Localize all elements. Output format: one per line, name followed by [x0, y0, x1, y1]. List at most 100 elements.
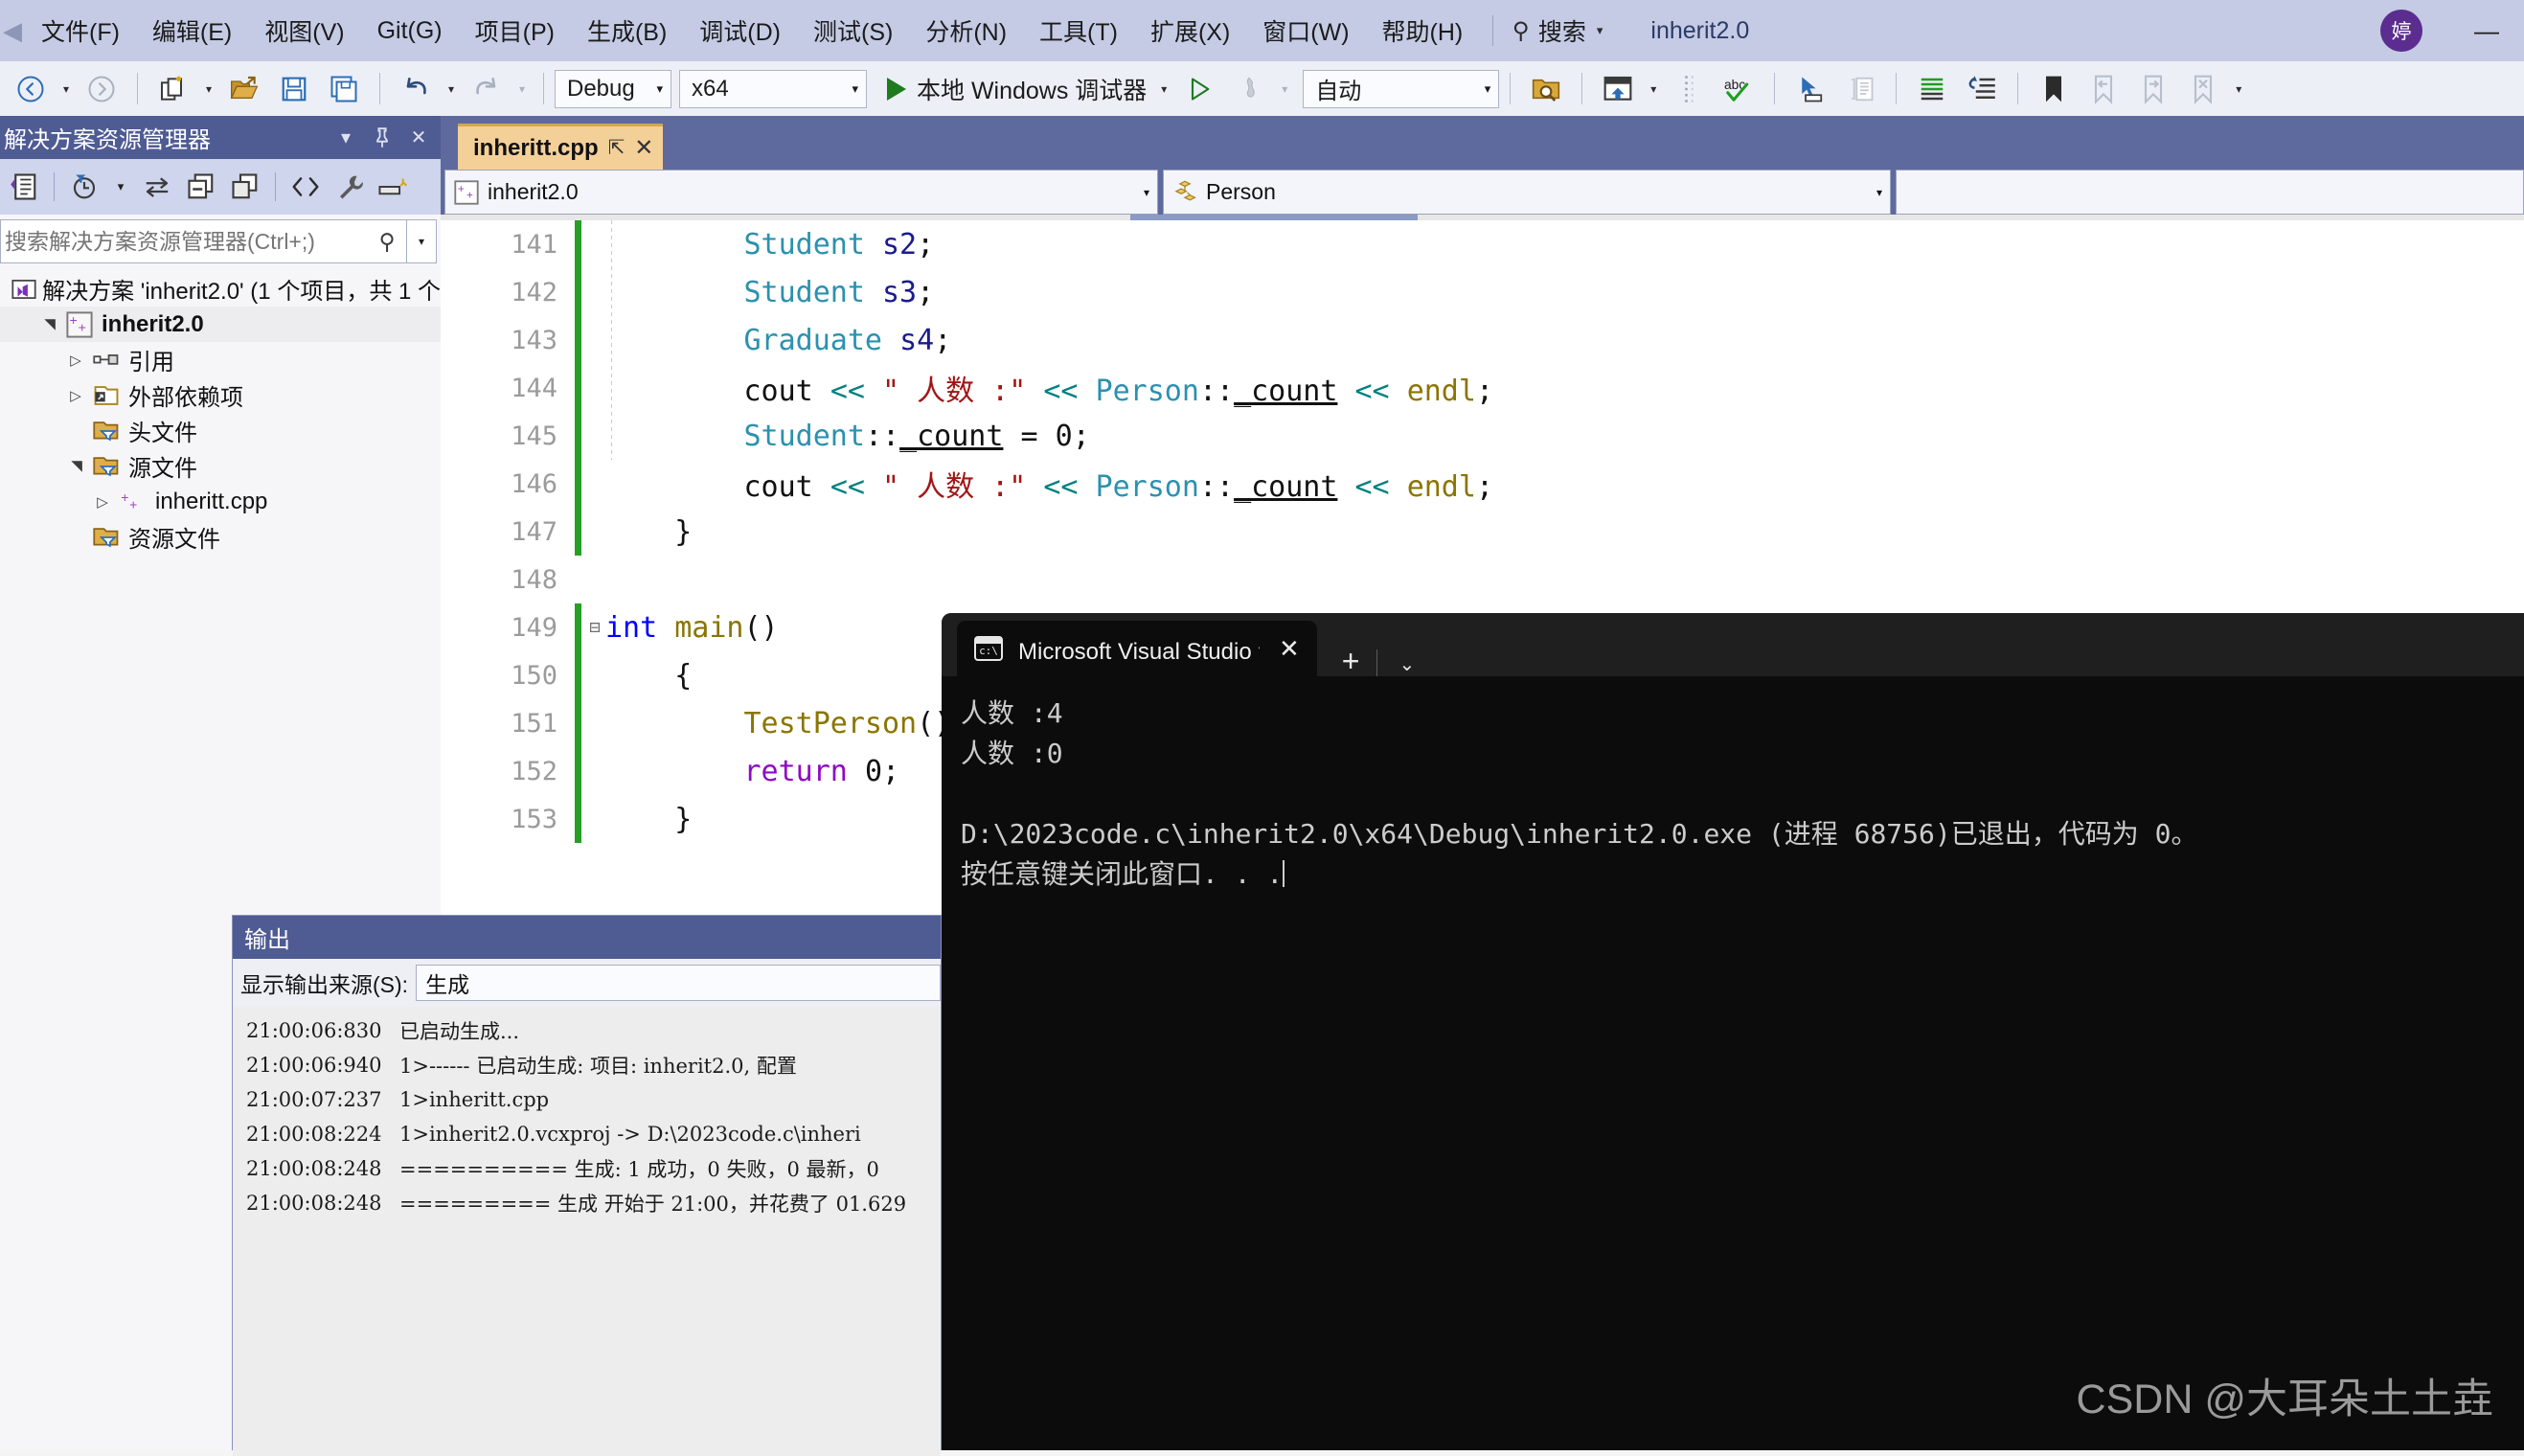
pin-icon[interactable]	[364, 116, 400, 159]
code-line[interactable]: 143 Graduate s4;	[441, 316, 2524, 364]
menu-analyze[interactable]: 分析(N)	[909, 0, 1023, 61]
chevron-down-icon[interactable]: ⌄	[1377, 652, 1436, 676]
new-tab-icon[interactable]: +	[1317, 646, 1377, 676]
pending-changes-filter-icon[interactable]	[62, 165, 106, 209]
menu-window[interactable]: 窗口(W)	[1246, 0, 1365, 61]
solution-explorer-home-icon[interactable]	[2, 165, 46, 209]
menu-build[interactable]: 生成(B)	[571, 0, 683, 61]
undo-icon[interactable]	[391, 67, 441, 110]
global-search[interactable]: ⚲ 搜索 ▾	[1507, 0, 1608, 61]
tree-item[interactable]: ▷ + + inheritt.cpp	[0, 484, 441, 519]
redo-dropdown-icon[interactable]: ▾	[512, 67, 533, 110]
expanded-arrow-icon[interactable]: ◢	[67, 452, 84, 481]
start-without-debugging-icon[interactable]	[1174, 67, 1224, 110]
preview-selected-items-icon[interactable]	[372, 165, 416, 209]
console-output[interactable]: 人数 :4 人数 :0 D:\2023code.c\inherit2.0\x64\D…	[942, 676, 2524, 895]
code-line[interactable]: 147 }	[441, 508, 2524, 556]
pin-tab-icon[interactable]: ⇱	[608, 136, 625, 160]
code-line[interactable]: 141 Student s2;	[441, 220, 2524, 268]
navigate-forward-icon[interactable]	[77, 67, 126, 110]
indent-icon[interactable]	[1907, 67, 1957, 110]
platform-combo[interactable]: x64 ▾	[679, 69, 867, 108]
tree-item[interactable]: 解决方案 'inherit2.0' (1 个项目，共 1 个	[0, 271, 441, 307]
output-log[interactable]: 21:00:06:830 已启动生成... 21:00:06:940 1>------…	[233, 1007, 941, 1456]
new-item-icon[interactable]	[148, 67, 198, 110]
bookmark-icon[interactable]	[2029, 67, 2079, 110]
code-line[interactable]: 148	[441, 556, 2524, 603]
redo-icon[interactable]	[462, 67, 512, 110]
window-layout-dropdown-icon[interactable]: ▾	[1643, 67, 1664, 110]
outdent-icon[interactable]	[1957, 67, 2007, 110]
start-debugging-dropdown-icon[interactable]: ▾	[1153, 67, 1174, 110]
collapse-all-icon[interactable]	[179, 165, 223, 209]
navigate-backward-icon[interactable]	[6, 67, 56, 110]
menu-file[interactable]: 文件(F)	[25, 0, 136, 61]
collapsed-arrow-icon[interactable]: ▷	[88, 493, 117, 511]
menu-test[interactable]: 测试(S)	[797, 0, 909, 61]
navbar-class-combo[interactable]: Person ▾	[1163, 170, 1891, 215]
search-input[interactable]	[1, 227, 368, 256]
menu-edit[interactable]: 编辑(E)	[136, 0, 248, 61]
previous-bookmark-icon[interactable]	[2079, 67, 2128, 110]
open-file-icon[interactable]	[219, 67, 269, 110]
chevron-down-icon[interactable]: ▾	[328, 116, 364, 159]
find-in-solution-icon[interactable]	[1521, 67, 1571, 110]
search-options-icon[interactable]: ▾	[406, 220, 436, 262]
tree-item[interactable]: ◢ 源文件	[0, 448, 441, 484]
properties-icon[interactable]	[328, 165, 372, 209]
expanded-arrow-icon[interactable]: ◢	[40, 310, 57, 339]
menu-tools[interactable]: 工具(T)	[1023, 0, 1134, 61]
menu-help[interactable]: 帮助(H)	[1366, 0, 1480, 61]
menu-project[interactable]: 项目(P)	[459, 0, 571, 61]
collapsed-arrow-icon[interactable]: ▷	[61, 387, 90, 404]
window-layout-icon[interactable]	[1593, 67, 1643, 110]
filter-dropdown-icon[interactable]: ▾	[106, 165, 135, 209]
save-all-icon[interactable]	[319, 67, 369, 110]
comment-icon[interactable]	[1835, 67, 1885, 110]
next-bookmark-icon[interactable]	[2128, 67, 2178, 110]
debug-target-combo[interactable]: 自动 ▾	[1303, 69, 1500, 108]
configuration-combo[interactable]: Debug ▾	[555, 69, 671, 108]
tree-item[interactable]: ▷ 引用	[0, 342, 441, 377]
code-line[interactable]: 146 cout << " 人数 :" << Person::_count <<…	[441, 460, 2524, 508]
undo-dropdown-icon[interactable]: ▾	[441, 67, 462, 110]
code-line[interactable]: 142 Student s3;	[441, 268, 2524, 316]
avatar[interactable]: 婷	[2380, 10, 2422, 52]
selection-margin-icon[interactable]	[1664, 67, 1714, 110]
tree-item[interactable]: ◢ + + inherit2.0	[0, 307, 441, 342]
pointer-icon[interactable]	[1785, 67, 1835, 110]
toolbar-overflow-icon[interactable]: ▾	[2228, 67, 2249, 110]
navbar-project-combo[interactable]: + + inherit2.0 ▾	[444, 170, 1158, 215]
menu-view[interactable]: 视图(V)	[248, 0, 360, 61]
close-tab-icon[interactable]: ✕	[634, 134, 653, 162]
code-line[interactable]: 145 Student::_count = 0;	[441, 412, 2524, 460]
collapse-region-icon[interactable]: ⊟	[584, 617, 605, 638]
view-code-icon[interactable]	[284, 165, 328, 209]
hot-reload-icon[interactable]	[1224, 67, 1274, 110]
code-line[interactable]: 144 cout << " 人数 :" << Person::_count <<…	[441, 364, 2524, 412]
tab-inheritt-cpp[interactable]: inheritt.cpp ⇱ ✕	[458, 124, 664, 170]
menu-debug[interactable]: 调试(D)	[683, 0, 797, 61]
save-icon[interactable]	[269, 67, 319, 110]
menubar-collapse-icon[interactable]: ◀	[0, 0, 25, 61]
spell-check-icon[interactable]: abc	[1714, 67, 1763, 110]
collapsed-arrow-icon[interactable]: ▷	[61, 352, 90, 369]
show-all-files-icon[interactable]	[223, 165, 267, 209]
tree-item[interactable]: 头文件	[0, 413, 441, 448]
close-icon[interactable]: ✕	[400, 116, 437, 159]
menu-extensions[interactable]: 扩展(X)	[1134, 0, 1246, 61]
navbar-member-combo[interactable]	[1896, 170, 2524, 215]
start-debugging-button[interactable]: 本地 Windows 调试器	[880, 67, 1153, 110]
sync-with-active-document-icon[interactable]	[135, 165, 179, 209]
close-icon[interactable]: ✕	[1275, 634, 1304, 664]
clear-bookmarks-icon[interactable]	[2178, 67, 2228, 110]
tree-item[interactable]: ▷ 外部依赖项	[0, 377, 441, 413]
output-source-combo[interactable]: 生成	[416, 965, 941, 1001]
solution-explorer-search[interactable]: ⚲ ▾	[0, 219, 437, 263]
console-tab[interactable]: c:\ Microsoft Visual Studio 调试控 ✕	[957, 621, 1317, 676]
new-item-dropdown-icon[interactable]: ▾	[198, 67, 219, 110]
navigate-backward-dropdown-icon[interactable]: ▾	[56, 67, 77, 110]
minimize-button[interactable]: —	[2457, 0, 2516, 61]
hot-reload-dropdown-icon[interactable]: ▾	[1274, 67, 1295, 110]
tree-item[interactable]: 资源文件	[0, 519, 441, 555]
